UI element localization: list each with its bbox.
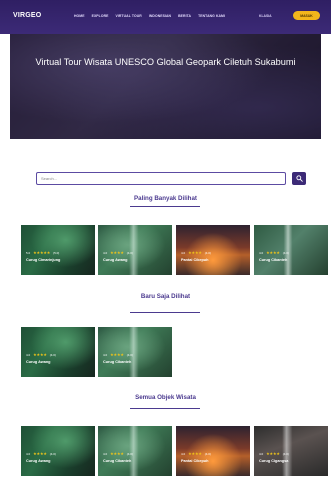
language-selector[interactable]: KLASIA [259, 14, 272, 18]
card-recent-2[interactable]: 4.0 ★★★★ (4.0) Curug Cikanteh [98, 327, 172, 377]
card-recent-1[interactable]: 4.0 ★★★★ (4.0) Curug Awang [21, 327, 95, 377]
rating-left: 4.0 [181, 250, 186, 255]
star-icon: ★★★★ [110, 451, 124, 456]
card-label: 4.0 ★★★★ (4.0) Curug Awang [26, 451, 92, 463]
rating-right: (4.0) [282, 250, 289, 255]
card-label: 4.0 ★★★★ (4.0) Curug Awang [103, 250, 169, 262]
rating-left: 4.0 [26, 451, 31, 456]
nav-item-explore[interactable]: EXPLORE [92, 14, 109, 18]
card-label: 4.0 ★★★★ (4.0) Curug Awang [26, 352, 92, 364]
section-underline [130, 206, 200, 207]
card-meta: 4.0 ★★★★ (4.0) [103, 451, 169, 456]
card-label: 4.0 ★★★★ (4.0) Curug Cikanteh [103, 352, 169, 364]
nav-item-virtual-tour[interactable]: VIRTUAL TOUR [115, 14, 141, 18]
search-input[interactable] [36, 172, 286, 185]
rating-right: (4.0) [49, 451, 56, 456]
rating-left: 4.0 [103, 352, 108, 357]
rating-left: 4.0 [259, 451, 264, 456]
section-underline [130, 312, 200, 313]
hero-title: Virtual Tour Wisata UNESCO Global Geopar… [35, 57, 296, 67]
star-icon: ★★★★★ [33, 250, 51, 255]
search-icon [295, 175, 303, 182]
card-name: Pantai Cikepuh [181, 459, 209, 463]
search-button[interactable] [292, 172, 306, 185]
section-title-popular: Paling Banyak Dilihat [134, 195, 197, 202]
card-meta: 4.0 ★★★★ (4.0) [259, 250, 325, 255]
card-meta: 4.0 ★★★★ (4.0) [26, 352, 92, 357]
rating-left: 4.0 [26, 352, 31, 357]
rating-right: (4.0) [126, 250, 133, 255]
card-label: 4.0 ★★★★ (4.0) Curug Cikanteh [103, 451, 169, 463]
search-bar [36, 172, 286, 185]
section-title-all: Semua Objek Wisata [135, 394, 196, 401]
nav-item-tentang-kami[interactable]: TENTANG KAMI [198, 14, 225, 18]
card-popular-4[interactable]: 4.0 ★★★★ (4.0) Curug Cikanteh [254, 225, 328, 275]
card-popular-3[interactable]: 4.0 ★★★★ (4.0) Pantai Cikepuh [176, 225, 250, 275]
card-all-4[interactable]: 4.0 ★★★★ (4.0) Curug Cigangsa [254, 426, 328, 476]
card-name: Curug Awang [26, 360, 51, 364]
card-all-3[interactable]: 4.0 ★★★★ (4.0) Pantai Cikepuh [176, 426, 250, 476]
card-meta: 5.0 ★★★★★ (5.0) [26, 250, 92, 255]
rating-right: (4.0) [204, 451, 211, 456]
star-icon: ★★★★ [110, 352, 124, 357]
rating-right: (4.0) [204, 250, 211, 255]
card-all-2[interactable]: 4.0 ★★★★ (4.0) Curug Cikanteh [98, 426, 172, 476]
star-icon: ★★★★ [33, 451, 47, 456]
nav-menu: HOME EXPLORE VIRTUAL TOUR INDONESIAN BER… [74, 14, 225, 18]
star-icon: ★★★★ [266, 250, 280, 255]
star-icon: ★★★★ [188, 451, 202, 456]
rating-right: (4.0) [126, 352, 133, 357]
card-label: 4.0 ★★★★ (4.0) Pantai Cikepuh [181, 250, 247, 262]
card-name: Curug Cikanteh [103, 459, 132, 463]
card-meta: 4.0 ★★★★ (4.0) [103, 352, 169, 357]
hero-banner: Virtual Tour Wisata UNESCO Global Geopar… [10, 34, 321, 139]
card-label: 4.0 ★★★★ (4.0) Pantai Cikepuh [181, 451, 247, 463]
section-underline [130, 408, 200, 409]
login-button[interactable]: MASUK [293, 11, 320, 20]
card-all-1[interactable]: 4.0 ★★★★ (4.0) Curug Awang [21, 426, 95, 476]
card-meta: 4.0 ★★★★ (4.0) [259, 451, 325, 456]
rating-right: (4.0) [126, 451, 133, 456]
rating-left: 4.0 [181, 451, 186, 456]
card-popular-2[interactable]: 4.0 ★★★★ (4.0) Curug Awang [98, 225, 172, 275]
star-icon: ★★★★ [266, 451, 280, 456]
card-meta: 4.0 ★★★★ (4.0) [181, 250, 247, 255]
rating-right: (4.0) [282, 451, 289, 456]
card-name: Pantai Cikepuh [181, 258, 209, 262]
card-label: 5.0 ★★★★★ (5.0) Curug Cimarinjung [26, 250, 92, 262]
rating-right: (5.0) [53, 250, 60, 255]
nav-item-berita[interactable]: BERITA [178, 14, 191, 18]
rating-left: 5.0 [26, 250, 31, 255]
rating-left: 4.0 [103, 451, 108, 456]
nav-item-home[interactable]: HOME [74, 14, 85, 18]
star-icon: ★★★★ [33, 352, 47, 357]
card-name: Curug Cikanteh [259, 258, 288, 262]
card-name: Curug Awang [103, 258, 128, 262]
section-title-recent: Baru Saja Dilihat [140, 293, 191, 300]
star-icon: ★★★★ [110, 250, 124, 255]
rating-left: 4.0 [259, 250, 264, 255]
card-name: Curug Awang [26, 459, 51, 463]
card-label: 4.0 ★★★★ (4.0) Curug Cigangsa [259, 451, 325, 463]
star-icon: ★★★★ [188, 250, 202, 255]
card-popular-1[interactable]: 5.0 ★★★★★ (5.0) Curug Cimarinjung [21, 225, 95, 275]
card-meta: 4.0 ★★★★ (4.0) [181, 451, 247, 456]
card-meta: 4.0 ★★★★ (4.0) [26, 451, 92, 456]
rating-left: 4.0 [103, 250, 108, 255]
brand-logo[interactable]: VIRGEO [13, 12, 41, 19]
top-navbar: VIRGEO HOME EXPLORE VIRTUAL TOUR INDONES… [0, 0, 331, 34]
card-label: 4.0 ★★★★ (4.0) Curug Cikanteh [259, 250, 325, 262]
card-name: Curug Cimarinjung [26, 258, 61, 262]
nav-item-indonesian[interactable]: INDONESIAN [149, 14, 171, 18]
rating-right: (4.0) [49, 352, 56, 357]
card-name: Curug Cigangsa [259, 459, 289, 463]
card-meta: 4.0 ★★★★ (4.0) [103, 250, 169, 255]
card-name: Curug Cikanteh [103, 360, 132, 364]
